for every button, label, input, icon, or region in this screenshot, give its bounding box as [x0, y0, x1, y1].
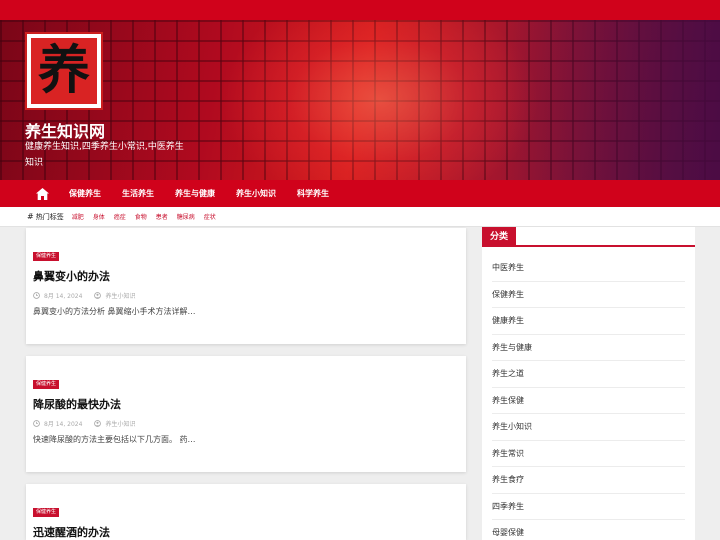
post-title[interactable]: 鼻翼变小的办法 — [33, 268, 110, 284]
tag-link[interactable]: 症状 — [204, 212, 216, 221]
tag-link[interactable]: 患者 — [156, 212, 168, 221]
post-title[interactable]: 迅速醒酒的办法 — [33, 524, 110, 540]
top-bar — [0, 0, 720, 20]
post-author[interactable]: 养生小知识 — [105, 291, 135, 300]
category-item[interactable]: 四季养生 — [492, 494, 685, 520]
clock-icon — [33, 420, 40, 427]
nav-item-yang-sheng-yu-jian-kang[interactable]: 养生与健康 — [175, 188, 215, 199]
category-item[interactable]: 养生小知识 — [492, 414, 685, 441]
post-card: 保健养生 降尿酸的最快办法 8月 14, 2024 养生小知识 快速降尿酸的方法… — [26, 356, 466, 472]
post-excerpt: 鼻翼变小的方法分析 鼻翼缩小手术方法详解… — [33, 307, 196, 316]
tag-link[interactable]: 糖尿病 — [177, 212, 195, 221]
hot-tags-label: 热门标签 — [35, 212, 64, 221]
header-background-glow — [220, 20, 540, 180]
tag-link[interactable]: 减肥 — [72, 212, 84, 221]
site-logo[interactable]: 养 — [25, 32, 103, 110]
post-category-badge[interactable]: 保健养生 — [33, 380, 60, 389]
home-icon[interactable] — [34, 186, 50, 202]
post-category-badge[interactable]: 保健养生 — [33, 252, 60, 261]
category-item[interactable]: 保健养生 — [492, 282, 685, 308]
user-icon — [94, 420, 102, 427]
category-item[interactable]: 养生常识 — [492, 441, 685, 467]
logo-seal: 养 — [31, 38, 97, 104]
category-list: 中医养生 保健养生 健康养生 养生与健康 养生之道 养生保健 养生小知识 养生常… — [492, 255, 685, 540]
post-date: 8月 14, 2024 — [44, 421, 83, 428]
post-category-badge[interactable]: 保健养生 — [33, 508, 60, 517]
clock-icon — [33, 292, 40, 299]
category-item[interactable]: 养生与健康 — [492, 335, 685, 361]
post-card: 保健养生 迅速醒酒的办法 — [26, 484, 466, 540]
site-description: 健康养生知识,四季养生小常识,中医养生知识 — [25, 142, 184, 168]
nav-item-bao-jian-yang-sheng[interactable]: 保健养生 — [69, 188, 101, 199]
category-item[interactable]: 养生保健 — [492, 388, 685, 414]
category-item[interactable]: 母婴保健 — [492, 520, 685, 540]
hot-tags-bar: # 热门标签 减肥 身体 癌症 食物 患者 糖尿病 症状 — [0, 207, 720, 227]
post-author[interactable]: 养生小知识 — [105, 419, 135, 428]
nav-item-sheng-huo-yang-sheng[interactable]: 生活养生 — [122, 188, 154, 199]
site-header: 养 养生知识网 健康养生知识,四季养生小常识,中医养生知识 — [0, 20, 720, 180]
tag-link[interactable]: 癌症 — [114, 212, 126, 221]
post-meta: 8月 14, 2024 养生小知识 — [33, 291, 135, 300]
post-excerpt: 快速降尿酸的方法主要包括以下几方面。 药… — [33, 435, 196, 444]
category-item[interactable]: 健康养生 — [492, 308, 685, 335]
nav-item-yang-sheng-xiao-zhi-shi[interactable]: 养生小知识 — [236, 188, 276, 199]
nav-item-ke-xue-yang-sheng[interactable]: 科学养生 — [297, 188, 329, 199]
post-date: 8月 14, 2024 — [44, 293, 83, 300]
category-sidebar: 分类 中医养生 保健养生 健康养生 养生与健康 养生之道 养生保健 养生小知识 … — [482, 227, 695, 540]
category-item[interactable]: 养生食疗 — [492, 467, 685, 494]
post-title[interactable]: 降尿酸的最快办法 — [33, 396, 121, 412]
main-nav: 保健养生 生活养生 养生与健康 养生小知识 科学养生 — [0, 180, 720, 207]
user-icon — [94, 292, 102, 299]
post-meta: 8月 14, 2024 养生小知识 — [33, 419, 135, 428]
sidebar-heading: 分类 — [482, 227, 695, 247]
tag-link[interactable]: 食物 — [135, 212, 147, 221]
tag-link[interactable]: 身体 — [93, 212, 105, 221]
hashtag-icon: # — [27, 212, 34, 221]
category-item[interactable]: 中医养生 — [492, 255, 685, 282]
header-background-shade — [500, 20, 720, 180]
post-card: 保健养生 鼻翼变小的办法 8月 14, 2024 养生小知识 鼻翼变小的方法分析… — [26, 228, 466, 344]
sidebar-heading-label: 分类 — [482, 227, 517, 247]
category-item[interactable]: 养生之道 — [492, 361, 685, 388]
